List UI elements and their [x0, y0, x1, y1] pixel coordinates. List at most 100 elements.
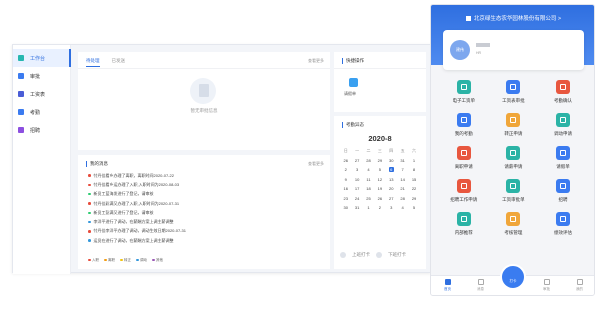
calendar-day[interactable]: 28	[363, 158, 374, 163]
feature-icon	[506, 212, 521, 226]
calendar-day[interactable]: 22	[408, 186, 419, 191]
feature-item[interactable]: 调动申请	[538, 113, 588, 146]
bottom-tab[interactable]: 审批	[530, 276, 563, 295]
calendar-day[interactable]: 23	[340, 196, 351, 201]
calendar-day[interactable]: 31	[351, 205, 362, 210]
calendar-grid: 日一二三四五六 26 27 28 29 30 31 1 2 3 4 5 6 7 8 9 10 11 12 13 14 15…	[340, 146, 420, 213]
calendar-day[interactable]: 5	[408, 205, 419, 210]
bottom-tab[interactable]: 首页	[431, 276, 464, 295]
feature-item[interactable]: 考勤确认	[538, 80, 588, 113]
calendar-day[interactable]: 28	[397, 196, 408, 201]
calendar-day[interactable]: 30	[386, 158, 397, 163]
calendar-week-row: 23 24 25 26 27 28 29	[340, 194, 420, 204]
feature-item[interactable]: 转正申请	[489, 113, 539, 146]
feature-item[interactable]: 工资审批单	[489, 179, 539, 212]
sidebar-item-approval[interactable]: 审批	[13, 67, 71, 85]
calendar-day[interactable]: 16	[340, 186, 351, 191]
calendar-day[interactable]: 4	[363, 167, 374, 172]
mobile-app: 北京绿生态农华园林股份有限公司 > 建伟 HR 电子工资单 工资表审批 考勤确认 我的…	[430, 4, 595, 296]
sidebar-item-recruit[interactable]: 招聘	[13, 121, 71, 139]
punch-out-label: 下班打卡	[388, 252, 406, 257]
calendar-day[interactable]: 5	[374, 167, 385, 172]
calendar-day[interactable]: 26	[374, 196, 385, 201]
message-item[interactable]: 运员在进行了调动，在薪酬方案上调主薪调整	[88, 236, 288, 245]
legend-dot	[88, 258, 91, 262]
calendar-day[interactable]: 10	[351, 177, 362, 182]
calendar-day[interactable]: 29	[408, 196, 419, 201]
feature-row: 电子工资单 工资表审批 考勤确认	[439, 80, 588, 113]
calendar-day[interactable]: 29	[374, 158, 385, 163]
messages-more-link[interactable]: 查看更多	[308, 161, 324, 167]
feature-item[interactable]: 考核管理	[489, 212, 539, 245]
feature-glyph	[510, 117, 517, 123]
feature-label: 招聘	[558, 197, 568, 202]
calendar-day[interactable]: 24	[351, 196, 362, 201]
message-item[interactable]: 新员工蓝海发进行了登记，请审核	[88, 190, 288, 199]
feature-item[interactable]: 我的考勤	[439, 113, 489, 146]
calendar-day[interactable]: 19	[374, 186, 385, 191]
sidebar-item-payroll[interactable]: 工资表	[13, 85, 71, 103]
calendar-day[interactable]: 3	[386, 205, 397, 210]
feature-item[interactable]: 招聘工作申请	[439, 179, 489, 212]
calendar-day[interactable]: 27	[351, 158, 362, 163]
sidebar-item-workbench[interactable]: 工作台	[13, 49, 71, 67]
feature-item[interactable]: 招聘	[538, 179, 588, 212]
calendar-day[interactable]: 2	[374, 205, 385, 210]
message-item[interactable]: 李洋平进行了调动，在薪酬方案上调主薪调整	[88, 217, 288, 226]
calendar-day[interactable]: 11	[363, 177, 374, 182]
punch-clock-button[interactable]: 打卡	[500, 264, 526, 290]
calendar-day[interactable]: 9	[340, 177, 351, 182]
message-item[interactable]: 忖丹佳看乡运办理了入职,入职时间为2020-08-03	[88, 180, 288, 189]
calendar-day[interactable]: 15	[408, 177, 419, 182]
calendar-day[interactable]: 1	[363, 205, 374, 210]
user-card[interactable]: 建伟 HR	[443, 30, 584, 70]
feature-item[interactable]: 请假单	[538, 146, 588, 179]
legend-dot	[136, 258, 139, 262]
calendar-day[interactable]: 6	[386, 167, 397, 173]
message-item[interactable]: 忖丹佳看乡办理了离职，离职时间2020-07-22	[88, 171, 288, 180]
calendar-month[interactable]: 2020-8	[334, 134, 426, 143]
calendar-day[interactable]: 21	[397, 186, 408, 191]
message-item[interactable]: 忖丹佳李洋平办理了调动，调动生效日期2020-07-31	[88, 227, 288, 236]
calendar-day[interactable]: 27	[386, 196, 397, 201]
calendar-day[interactable]: 25	[363, 196, 374, 201]
calendar-day[interactable]: 12	[374, 177, 385, 182]
feature-item[interactable]: 绩效评估	[538, 212, 588, 245]
feature-item[interactable]: 工资表审批	[489, 80, 539, 113]
calendar-day[interactable]: 8	[408, 167, 419, 172]
message-item[interactable]: 忖丹佳彩满又办理了入职,入职时间为2020-07-31	[88, 199, 288, 208]
calendar-day[interactable]: 7	[397, 167, 408, 172]
calendar-day[interactable]: 3	[351, 167, 362, 172]
leave-form-label[interactable]: 请假单	[344, 91, 356, 97]
feature-item[interactable]: 离职申请	[439, 146, 489, 179]
leave-form-icon[interactable]	[349, 78, 358, 87]
calendar-day[interactable]: 1	[408, 158, 419, 163]
feature-glyph	[460, 216, 467, 222]
todo-more-link[interactable]: 查看更多	[308, 58, 324, 64]
calendar-day[interactable]: 4	[397, 205, 408, 210]
message-item[interactable]: 新员工彭满又进行了登记，请审核	[88, 208, 288, 217]
sidebar-item-attendance[interactable]: 考勤	[13, 103, 71, 121]
calendar-day[interactable]: 14	[397, 177, 408, 182]
calendar-day[interactable]: 26	[340, 158, 351, 163]
calendar-weekday: 二	[363, 148, 374, 154]
tab-label: 消息	[477, 287, 484, 291]
bottom-tab[interactable]: 消息	[464, 276, 497, 295]
day-number: 10	[354, 176, 360, 182]
calendar-day[interactable]: 30	[340, 205, 351, 210]
calendar-day[interactable]: 17	[351, 186, 362, 191]
bottom-tab[interactable]: 我的	[563, 276, 594, 295]
feature-item[interactable]: 电子工资单	[439, 80, 489, 113]
feature-item[interactable]: 请薪申请	[489, 146, 539, 179]
calendar-day[interactable]: 20	[386, 186, 397, 191]
calendar-day[interactable]: 18	[363, 186, 374, 191]
feature-item[interactable]: 内部推荐	[439, 212, 489, 245]
calendar-day[interactable]: 2	[340, 167, 351, 172]
calendar-day[interactable]: 31	[397, 158, 408, 163]
tab-sent[interactable]: 已发送	[112, 58, 126, 67]
company-selector[interactable]: 北京绿生态农华园林股份有限公司 >	[431, 14, 594, 22]
tab-pending[interactable]: 待处理	[86, 58, 100, 67]
avatar: 建伟	[450, 40, 470, 60]
calendar-day[interactable]: 13	[386, 177, 397, 182]
user-subtitle: HR	[476, 51, 482, 55]
